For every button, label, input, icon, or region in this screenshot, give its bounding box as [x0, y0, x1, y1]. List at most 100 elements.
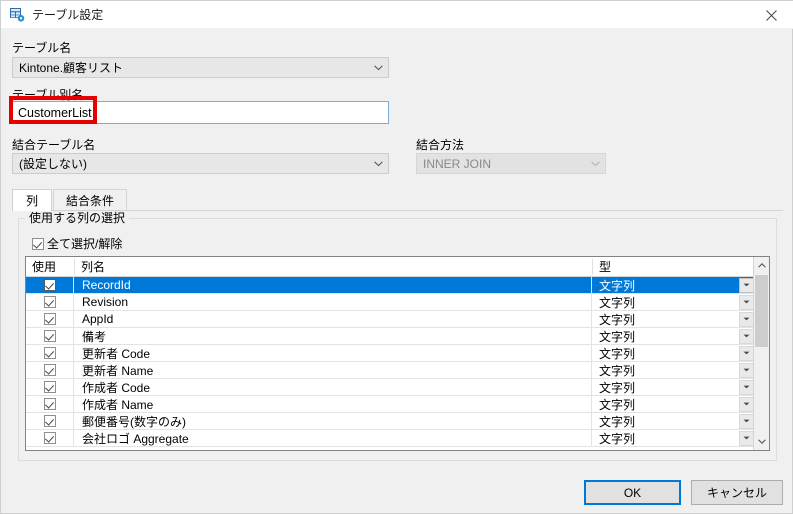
chevron-down-icon — [368, 65, 388, 71]
join-table-combo[interactable]: (設定しない) — [12, 153, 389, 174]
row-column-name: 備考 — [75, 328, 592, 344]
row-column-name: 会社ロゴ Aggregate — [75, 430, 592, 446]
row-type-dropdown[interactable]: 文字列 — [593, 345, 755, 361]
row-type-dropdown[interactable]: 文字列 — [593, 311, 755, 327]
grid-header-type[interactable]: 型 — [593, 257, 755, 276]
scroll-down-icon[interactable] — [754, 433, 769, 450]
column-selection-title: 使用する列の選択 — [25, 211, 129, 225]
grid-header-type-label: 型 — [593, 258, 611, 275]
chevron-down-icon[interactable] — [739, 363, 754, 378]
close-icon[interactable] — [749, 1, 793, 29]
window-title: テーブル設定 — [32, 7, 103, 23]
row-type-dropdown[interactable]: 文字列 — [593, 379, 755, 395]
table-row[interactable]: 更新者 Code文字列 — [26, 345, 755, 362]
table-row[interactable]: AppId文字列 — [26, 311, 755, 328]
chevron-down-icon[interactable] — [739, 278, 754, 293]
row-type-value: 文字列 — [593, 379, 739, 396]
row-type-dropdown[interactable]: 文字列 — [593, 413, 755, 429]
grid-header-use[interactable]: 使用 — [26, 257, 75, 276]
cancel-button[interactable]: キャンセル — [691, 480, 783, 505]
row-type-dropdown[interactable]: 文字列 — [593, 328, 755, 344]
chevron-down-icon[interactable] — [739, 346, 754, 361]
checkbox-icon — [44, 432, 56, 444]
grid-header-name[interactable]: 列名 — [75, 257, 592, 276]
join-table-value: (設定しない) — [13, 155, 368, 172]
checkbox-icon — [32, 238, 44, 250]
row-type-dropdown[interactable]: 文字列 — [593, 277, 755, 293]
chevron-down-icon[interactable] — [739, 397, 754, 412]
tab-strip: 列 結合条件 — [12, 189, 783, 211]
row-column-name: 作成者 Code — [75, 379, 592, 395]
checkbox-icon — [44, 347, 56, 359]
table-alias-input[interactable]: CustomerList — [12, 101, 389, 124]
chevron-down-icon[interactable] — [739, 329, 754, 344]
join-method-label: 結合方法 — [416, 138, 464, 152]
checkbox-icon — [44, 296, 56, 308]
chevron-down-icon[interactable] — [739, 431, 754, 446]
grid-vertical-scrollbar[interactable] — [753, 257, 769, 450]
row-type-dropdown[interactable]: 文字列 — [593, 396, 755, 412]
row-use-checkbox[interactable] — [26, 396, 74, 412]
row-use-checkbox[interactable] — [26, 294, 74, 310]
row-use-checkbox[interactable] — [26, 430, 74, 446]
row-type-value: 文字列 — [593, 277, 739, 294]
row-use-checkbox[interactable] — [26, 328, 74, 344]
select-all-label: 全て選択/解除 — [47, 235, 122, 252]
chevron-down-icon[interactable] — [739, 295, 754, 310]
columns-grid: 使用 列名 型 RecordId文字列Revision文字列AppId文字列備考… — [25, 256, 770, 451]
row-type-value: 文字列 — [593, 294, 739, 311]
row-column-name: 更新者 Code — [75, 345, 592, 361]
checkbox-icon — [44, 398, 56, 410]
text-caret — [93, 106, 94, 120]
ok-button[interactable]: OK — [584, 480, 681, 505]
table-row[interactable]: 会社ロゴ Aggregate文字列 — [26, 430, 755, 447]
row-use-checkbox[interactable] — [26, 345, 74, 361]
row-type-dropdown[interactable]: 文字列 — [593, 294, 755, 310]
row-column-name: 郵便番号(数字のみ) — [75, 413, 592, 429]
table-row[interactable]: 作成者 Name文字列 — [26, 396, 755, 413]
row-column-name: RecordId — [75, 277, 592, 293]
table-row[interactable]: 作成者 Code文字列 — [26, 379, 755, 396]
chevron-down-icon[interactable] — [739, 414, 754, 429]
row-column-name: 更新者 Name — [75, 362, 592, 378]
row-use-checkbox[interactable] — [26, 277, 74, 293]
table-name-value: Kintone.顧客リスト — [13, 59, 368, 76]
join-method-value: INNER JOIN — [417, 157, 585, 171]
chevron-down-icon — [368, 161, 388, 167]
scrollbar-thumb[interactable] — [755, 275, 768, 347]
title-bar: テーブル設定 — [1, 1, 793, 29]
table-row[interactable]: Revision文字列 — [26, 294, 755, 311]
row-type-dropdown[interactable]: 文字列 — [593, 362, 755, 378]
row-column-name: 作成者 Name — [75, 396, 592, 412]
grid-header-name-label: 列名 — [75, 258, 105, 275]
grid-header-use-label: 使用 — [26, 258, 56, 275]
table-row[interactable]: 更新者 Name文字列 — [26, 362, 755, 379]
table-settings-icon — [10, 8, 25, 22]
checkbox-icon — [44, 330, 56, 342]
table-row[interactable]: 備考文字列 — [26, 328, 755, 345]
row-type-value: 文字列 — [593, 362, 739, 379]
scroll-up-icon[interactable] — [754, 257, 769, 274]
table-row[interactable]: RecordId文字列 — [26, 277, 755, 294]
grid-header-row: 使用 列名 型 — [26, 257, 770, 277]
chevron-down-icon[interactable] — [739, 312, 754, 327]
row-column-name: Revision — [75, 294, 592, 310]
select-all-checkbox[interactable]: 全て選択/解除 — [32, 235, 122, 252]
cancel-button-label: キャンセル — [707, 484, 767, 501]
tab-join-conditions[interactable]: 結合条件 — [53, 189, 127, 211]
chevron-down-icon — [585, 161, 605, 167]
row-use-checkbox[interactable] — [26, 362, 74, 378]
row-use-checkbox[interactable] — [26, 413, 74, 429]
row-column-name: AppId — [75, 311, 592, 327]
chevron-down-icon[interactable] — [739, 380, 754, 395]
row-type-dropdown[interactable]: 文字列 — [593, 430, 755, 446]
tab-columns[interactable]: 列 — [12, 189, 52, 211]
row-use-checkbox[interactable] — [26, 379, 74, 395]
checkbox-icon — [44, 313, 56, 325]
checkbox-icon — [44, 381, 56, 393]
join-method-combo[interactable]: INNER JOIN — [416, 153, 606, 174]
table-row[interactable]: 郵便番号(数字のみ)文字列 — [26, 413, 755, 430]
table-name-combo[interactable]: Kintone.顧客リスト — [12, 57, 389, 78]
table-settings-dialog: テーブル設定 テーブル名 Kintone.顧客リスト テーブル別名 Custom… — [0, 0, 793, 514]
row-use-checkbox[interactable] — [26, 311, 74, 327]
